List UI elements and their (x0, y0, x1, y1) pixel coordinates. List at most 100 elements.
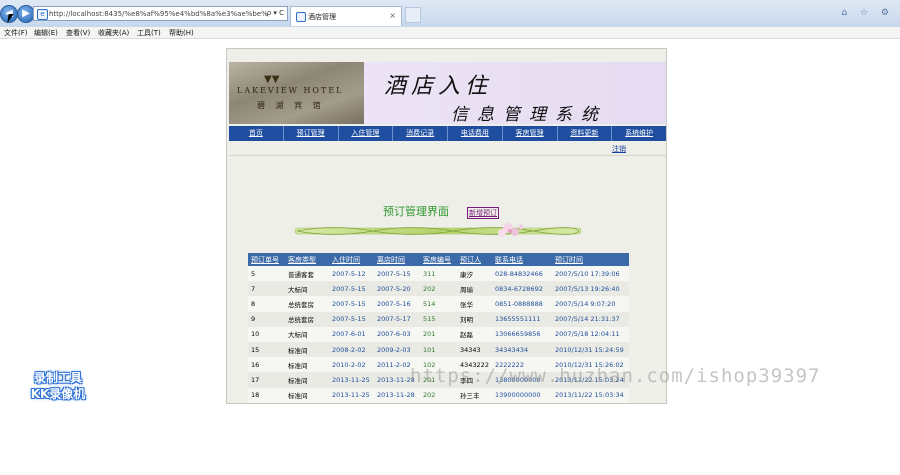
table-cell: 2010-2-02 (332, 357, 377, 373)
col-header-booker[interactable]: 预订人 (460, 253, 495, 266)
menu-file[interactable]: 文件(F) (4, 28, 28, 38)
table-cell: 标准间 (288, 372, 332, 388)
tab-favicon-icon (296, 12, 306, 22)
table-cell: 2007-6-01 (332, 326, 377, 342)
table-cell: 028-84832466 (495, 266, 555, 282)
table-cell: 10 (248, 326, 288, 342)
address-url: http://localhost:8435/%e8%af%95%e4%bd%8a… (49, 10, 268, 18)
menu-view[interactable]: 查看(V) (66, 28, 90, 38)
col-header-room-type[interactable]: 客房类型 (288, 253, 332, 266)
nav-home[interactable]: 首页 (229, 126, 284, 141)
table-cell: 514 (423, 296, 460, 312)
hotel-logo-cn: 碧 湖 宾 馆 (257, 101, 325, 110)
browser-tab[interactable]: 酒店管理 × (290, 6, 402, 26)
address-bar[interactable]: e http://localhost:8435/%e8%af%95%e4%bd%… (33, 6, 288, 21)
table-cell: 标准间 (288, 341, 332, 358)
table-cell: 13655551111 (495, 311, 555, 327)
table-row: 5 普通客套 2007-5-12 2007-5-15 311 康汐 028-84832466… (248, 266, 629, 282)
col-header-booked-at[interactable]: 预订时间 (555, 253, 629, 266)
page-favicon-icon: e (37, 9, 48, 20)
hotel-logo-icon: ▼▼ (264, 74, 280, 85)
table-cell: 202 (423, 281, 460, 297)
nav-phone-fees[interactable]: 电话费用 (448, 126, 503, 141)
table-cell: 201 (423, 326, 460, 342)
table-cell: 刘明 (460, 311, 495, 327)
recorder-line2: KK录像机 (30, 387, 86, 401)
col-header-room-no[interactable]: 客房编号 (423, 253, 460, 266)
menu-tools[interactable]: 工具(T) (137, 28, 161, 38)
table-row: 10 大标间 2007-6-01 2007-6-03 201 赵磊 13066659856 2… (248, 326, 629, 342)
nav-profile-update[interactable]: 资料更新 (558, 126, 613, 141)
table-cell: 9 (248, 311, 288, 327)
menu-help[interactable]: 帮助(H) (169, 28, 194, 38)
nav-system-maintenance[interactable]: 系统维护 (612, 126, 666, 141)
banner-title-line2: 信息管理系统 (451, 105, 607, 125)
table-cell: 2007/5/10 17:39:06 (555, 266, 629, 282)
table-cell: 康汐 (460, 266, 495, 282)
table-cell: 孙三丰 (460, 387, 495, 403)
table-cell: 2007/5/14 21:31:37 (555, 311, 629, 327)
table-cell: 赵磊 (460, 326, 495, 342)
banner-title-line1: 酒店入住 (384, 74, 493, 99)
col-header-checkout[interactable]: 离店时间 (377, 253, 423, 266)
table-cell: 普通客套 (288, 266, 332, 282)
table-cell: 2007-5-15 (332, 281, 377, 297)
nav-rooms[interactable]: 客房管理 (503, 126, 558, 141)
table-row: 8 总统套房 2007-5-15 2007-5-16 514 张华 0851-0888888… (248, 296, 629, 312)
table-cell: 2009-2-03 (377, 341, 423, 358)
table-cell: 2007/5/14 9:07:20 (555, 296, 629, 312)
table-cell: 7 (248, 281, 288, 297)
nav-checkin[interactable]: 入住管理 (339, 126, 394, 141)
table-cell: 0851-0888888 (495, 296, 555, 312)
logout-link[interactable]: 注销 (612, 144, 626, 154)
table-cell: 2007-5-15 (332, 311, 377, 327)
table-cell: 周瑜 (460, 281, 495, 297)
table-row: 15 标准间 2008-2-02 2009-2-03 101 34343 34343434 2… (248, 341, 629, 358)
table-cell: 0834-6728692 (495, 281, 555, 297)
table-cell: 5 (248, 266, 288, 282)
banner-title-area: 酒店入住 信息管理系统 (364, 62, 666, 125)
nav-reservations[interactable]: 预订管理 (284, 126, 339, 141)
table-cell: 13066659856 (495, 326, 555, 342)
table-cell: 2007-5-20 (377, 281, 423, 297)
page-title: 预订管理界面 (383, 205, 449, 218)
table-cell: 2008-2-02 (332, 341, 377, 358)
col-header-phone[interactable]: 联系电话 (495, 253, 555, 266)
forward-arrow-icon: ▶ (22, 8, 30, 19)
tab-close-icon[interactable]: × (389, 11, 396, 20)
table-cell: 大标间 (288, 281, 332, 297)
table-cell: 13900000000 (495, 387, 555, 403)
browser-window-icons[interactable]: ⌂ ☆ ⚙ (841, 8, 894, 18)
table-cell: 2007-6-03 (377, 326, 423, 342)
hotel-logo-en: LAKEVIEW HOTEL (237, 86, 344, 95)
table-cell: 总统套房 (288, 296, 332, 312)
browser-titlebar: ◀ ▶ e http://localhost:8435/%e8%af%95%e4… (0, 0, 900, 28)
col-header-id[interactable]: 预订单号 (248, 253, 288, 266)
table-header-row: 预订单号 客房类型 入住时间 离店时间 客房编号 预订人 联系电话 预订时间 (248, 253, 629, 266)
table-cell: 515 (423, 311, 460, 327)
watermark: https://www.huzhan.com/ishop39397 (410, 365, 821, 387)
table-cell: 2007/5/18 12:04:11 (555, 326, 629, 342)
menu-edit[interactable]: 编辑(E) (34, 28, 58, 38)
address-tools[interactable]: ρ ▾ C (267, 9, 284, 17)
table-cell: 2007-5-15 (332, 296, 377, 312)
table-cell: 2013/11/22 15:03:34 (555, 387, 629, 403)
table-cell: 总统套房 (288, 311, 332, 327)
recorder-badge: 录制工具 KK录像机 (18, 370, 98, 402)
table-cell: 16 (248, 357, 288, 373)
table-cell: 标准间 (288, 387, 332, 403)
nav-consumption[interactable]: 消费记录 (393, 126, 448, 141)
add-reservation-link[interactable]: 新增预订 (467, 207, 499, 219)
table-cell: 202 (423, 387, 460, 403)
table-cell: 标准间 (288, 357, 332, 373)
table-cell: 张华 (460, 296, 495, 312)
new-tab-button[interactable] (405, 7, 421, 23)
table-cell: 大标间 (288, 326, 332, 342)
col-header-checkin[interactable]: 入住时间 (332, 253, 377, 266)
table-cell: 2007-5-16 (377, 296, 423, 312)
page-content: ▼▼ LAKEVIEW HOTEL 碧 湖 宾 馆 酒店入住 信息管理系统 首页… (226, 48, 667, 404)
recorder-line1: 录制工具 (33, 371, 82, 385)
site-banner: ▼▼ LAKEVIEW HOTEL 碧 湖 宾 馆 酒店入住 信息管理系统 (229, 62, 666, 125)
menu-favorites[interactable]: 收藏夹(A) (98, 28, 129, 38)
table-cell: 2013-11-25 (332, 372, 377, 388)
